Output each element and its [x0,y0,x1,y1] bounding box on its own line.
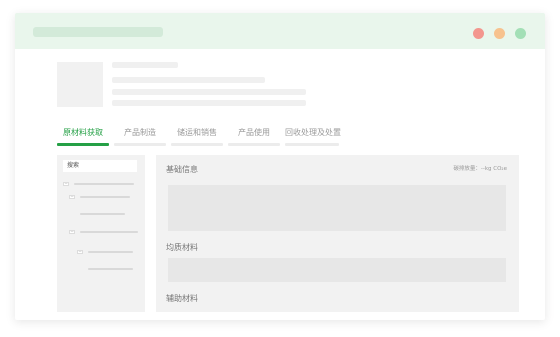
product-image-placeholder [57,62,103,107]
tab-underline [228,143,280,146]
tab-label: 产品使用 [238,128,270,137]
basic-info-panel [168,185,506,231]
tree-toggle-icon[interactable]: − [69,230,75,234]
app-window: 原材料获取 产品制造 储运和销售 产品使用 回收处理及处置 搜索 − − − −… [15,13,545,320]
close-button[interactable] [473,28,484,39]
tab-label: 原材料获取 [63,128,103,137]
minimize-button[interactable] [494,28,505,39]
tab-end-of-life[interactable]: 回收处理及处置 [285,126,341,146]
sidebar: 搜索 − − − − [57,155,145,312]
section-title-auxiliary: 辅助材料 [166,294,198,303]
tab-label: 储运和销售 [177,128,217,137]
tree-node[interactable] [74,183,134,185]
tab-underline [171,143,223,146]
main-panel: 基础信息 碳排放量：--kg CO₂e 均质材料 辅助材料 [156,155,519,312]
tab-use[interactable]: 产品使用 [228,126,280,146]
tree-toggle-icon[interactable]: − [77,250,83,254]
emission-readout: 碳排放量：--kg CO₂e [453,166,507,172]
tree-node[interactable] [88,251,133,253]
uniform-material-panel [168,258,506,282]
tab-label: 产品制造 [124,128,156,137]
tree-node[interactable] [80,196,130,198]
title-placeholder [33,27,163,37]
product-info-placeholder [112,100,306,106]
section-title-basic: 基础信息 [166,165,198,174]
section-title-uniform: 均质材料 [166,243,198,252]
title-bar [15,13,545,49]
search-input[interactable]: 搜索 [63,160,137,172]
product-title-placeholder [112,62,178,68]
tree-toggle-icon[interactable]: − [69,195,75,199]
tab-underline [285,143,339,146]
maximize-button[interactable] [515,28,526,39]
tab-distribution[interactable]: 储运和销售 [171,126,223,146]
product-info-placeholder [112,77,265,83]
product-info-placeholder [112,89,306,95]
tab-raw-material[interactable]: 原材料获取 [57,126,109,146]
tree-node[interactable] [88,268,133,270]
tree-node[interactable] [80,213,125,215]
tab-underline [57,143,109,146]
tab-underline [114,143,166,146]
tree-toggle-icon[interactable]: − [63,182,69,186]
tab-label: 回收处理及处置 [285,128,341,137]
tab-manufacturing[interactable]: 产品制造 [114,126,166,146]
tree-node[interactable] [80,231,138,233]
